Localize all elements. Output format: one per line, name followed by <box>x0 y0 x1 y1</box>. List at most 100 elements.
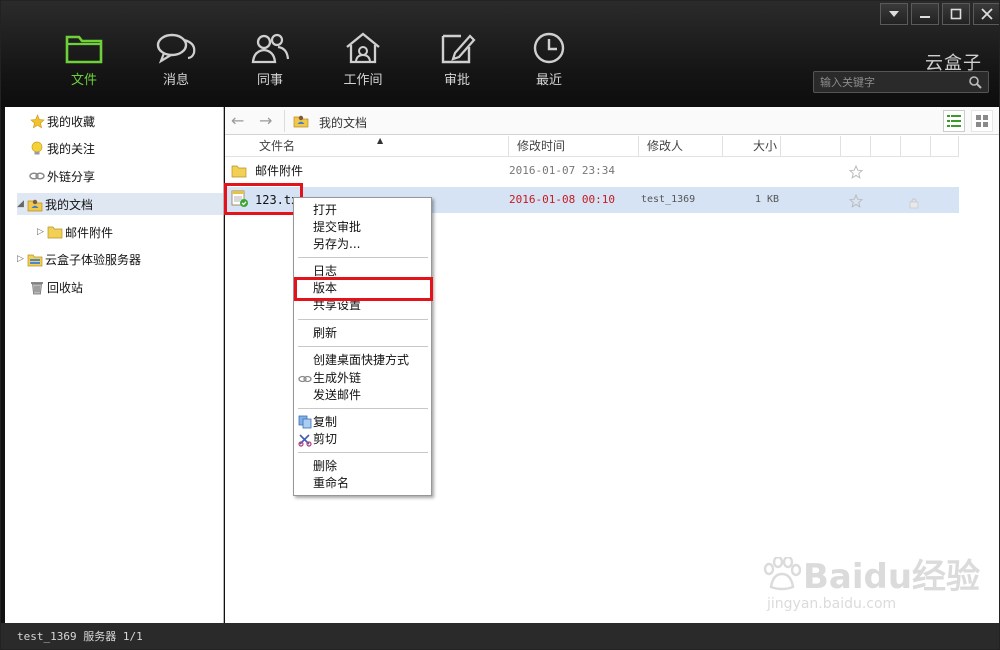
folder-icon <box>231 162 247 178</box>
copy-icon <box>298 415 312 429</box>
table-row[interactable]: 邮件附件 2016-01-07 23:34 <box>225 158 959 184</box>
caret-down-icon <box>889 11 899 17</box>
column-header-modified[interactable]: 修改时间 <box>509 136 639 157</box>
search-box <box>813 71 989 93</box>
folder-icon <box>47 224 63 240</box>
sidebar-item-follows[interactable]: 我的关注 <box>29 137 95 159</box>
menu-item-delete[interactable]: 删除 <box>313 458 337 475</box>
menu-separator <box>298 408 428 409</box>
menu-item-save-as[interactable]: 另存为... <box>313 236 360 253</box>
table-header: 文件名 ▲ 修改时间 修改人 大小 <box>225 136 959 157</box>
nav-files[interactable]: 文件 <box>49 31 119 91</box>
column-header-lock <box>901 136 931 157</box>
maximize-icon <box>950 8 962 20</box>
star-outline-icon[interactable] <box>848 163 864 179</box>
search-icon[interactable] <box>969 76 982 89</box>
edit-icon <box>441 34 476 64</box>
column-header-name[interactable]: 文件名 ▲ <box>225 136 509 157</box>
clock-icon <box>533 32 565 64</box>
dropdown-menu-button[interactable] <box>880 3 908 25</box>
sidebar: 我的收藏 我的关注 外链分享 ◢ 我的文档 ▷ 邮件附件 ▷ 云盒子体验服务器 … <box>5 107 224 623</box>
collapsed-triangle-icon[interactable]: ▷ <box>17 254 27 264</box>
nav-recent-label: 最近 <box>535 73 562 88</box>
sidebar-item-label: 我的收藏 <box>47 114 96 129</box>
watermark: Baidu经验 jingyan.baidu.com <box>761 549 980 612</box>
menu-item-refresh[interactable]: 刷新 <box>313 325 337 342</box>
back-arrow-icon[interactable]: ← <box>231 111 244 130</box>
column-header-label: 修改时间 <box>517 139 566 153</box>
nav-colleagues[interactable]: 同事 <box>235 31 305 91</box>
status-bar: test_1369 服务器 1/1 <box>1 623 999 649</box>
nav-workspace-label: 工作间 <box>343 73 383 88</box>
maximize-button[interactable] <box>942 3 970 25</box>
file-size: 1 KB <box>755 194 780 205</box>
column-header-label: 大小 <box>753 139 778 153</box>
top-bar: 文件 消息 同事 工作间 审批 最近 云盒子 <box>1 1 999 107</box>
nav-messages[interactable]: 消息 <box>141 31 211 91</box>
menu-item-rename[interactable]: 重命名 <box>313 475 349 492</box>
nav-approval-label: 审批 <box>443 73 470 88</box>
menu-separator <box>298 346 428 347</box>
close-button[interactable] <box>973 3 999 25</box>
sidebar-item-label: 云盒子体验服务器 <box>45 252 142 267</box>
status-text: test_1369 服务器 1/1 <box>17 630 143 643</box>
sidebar-item-recycle-bin[interactable]: 回收站 <box>29 276 83 298</box>
menu-item-submit-approval[interactable]: 提交审批 <box>313 219 361 236</box>
list-view-button[interactable] <box>943 110 965 132</box>
column-header-blank <box>871 136 901 157</box>
menu-item-generate-link[interactable]: 生成外链 <box>313 370 361 387</box>
menu-item-send-mail[interactable]: 发送邮件 <box>313 387 361 404</box>
forward-arrow-icon[interactable]: → <box>259 111 272 130</box>
lock-icon[interactable] <box>909 193 919 209</box>
search-input[interactable] <box>820 74 960 90</box>
highlight-frame-version <box>294 277 433 301</box>
minimize-button[interactable] <box>911 3 939 25</box>
minimize-icon <box>920 16 930 18</box>
file-name: 邮件附件 <box>255 164 304 178</box>
chat-icon <box>156 33 196 64</box>
nav-workspace[interactable]: 工作间 <box>328 31 398 91</box>
expanded-triangle-icon[interactable]: ◢ <box>17 199 27 209</box>
nav-messages-label: 消息 <box>162 73 189 88</box>
star-outline-icon[interactable] <box>848 192 864 208</box>
nav-approval[interactable]: 审批 <box>422 31 492 91</box>
my-docs-icon <box>27 196 43 212</box>
cut-icon <box>298 433 312 447</box>
list-view-icon <box>947 115 961 127</box>
sidebar-item-label: 我的关注 <box>47 141 96 156</box>
column-header-modifier[interactable]: 修改人 <box>639 136 723 157</box>
sidebar-item-server[interactable]: ▷ 云盒子体验服务器 <box>17 248 141 270</box>
sort-ascending-icon: ▲ <box>377 136 384 145</box>
grid-view-button[interactable] <box>971 110 993 132</box>
menu-item-cut[interactable]: 剪切 <box>313 431 337 448</box>
sidebar-item-my-docs[interactable]: ◢ 我的文档 <box>17 193 223 215</box>
sidebar-item-link-share[interactable]: 外链分享 <box>29 165 95 187</box>
nav-recent[interactable]: 最近 <box>514 31 584 91</box>
bulb-icon <box>29 140 45 156</box>
sidebar-item-favorites[interactable]: 我的收藏 <box>29 110 95 132</box>
menu-separator <box>298 319 428 320</box>
breadcrumb-label: 我的文档 <box>319 115 368 130</box>
menu-item-open[interactable]: 打开 <box>313 202 337 219</box>
column-header-size[interactable]: 大小 <box>723 136 781 157</box>
modified-time: 2016-01-08 00:10 <box>509 193 615 206</box>
menu-item-create-shortcut[interactable]: 创建桌面快捷方式 <box>313 352 409 369</box>
menu-separator <box>298 257 428 258</box>
paw-logo-icon <box>763 556 801 590</box>
watermark-text: Baidu经验 <box>803 557 981 597</box>
window-controls <box>877 3 999 25</box>
path-toolbar: ← → 我的文档 <box>225 107 999 135</box>
menu-item-copy[interactable]: 复制 <box>313 414 337 431</box>
sidebar-item-label: 外链分享 <box>47 169 96 184</box>
collapsed-triangle-icon[interactable]: ▷ <box>37 227 47 237</box>
breadcrumb[interactable]: 我的文档 <box>293 113 367 131</box>
server-icon <box>27 251 43 267</box>
toolbar-divider <box>284 110 285 132</box>
star-icon <box>29 113 45 129</box>
link-icon <box>298 373 312 387</box>
menu-separator <box>298 452 428 453</box>
sidebar-item-mail-attachments[interactable]: ▷ 邮件附件 <box>37 221 113 243</box>
trash-icon <box>29 279 45 295</box>
sidebar-item-label: 回收站 <box>47 280 84 295</box>
link-icon <box>29 168 45 184</box>
